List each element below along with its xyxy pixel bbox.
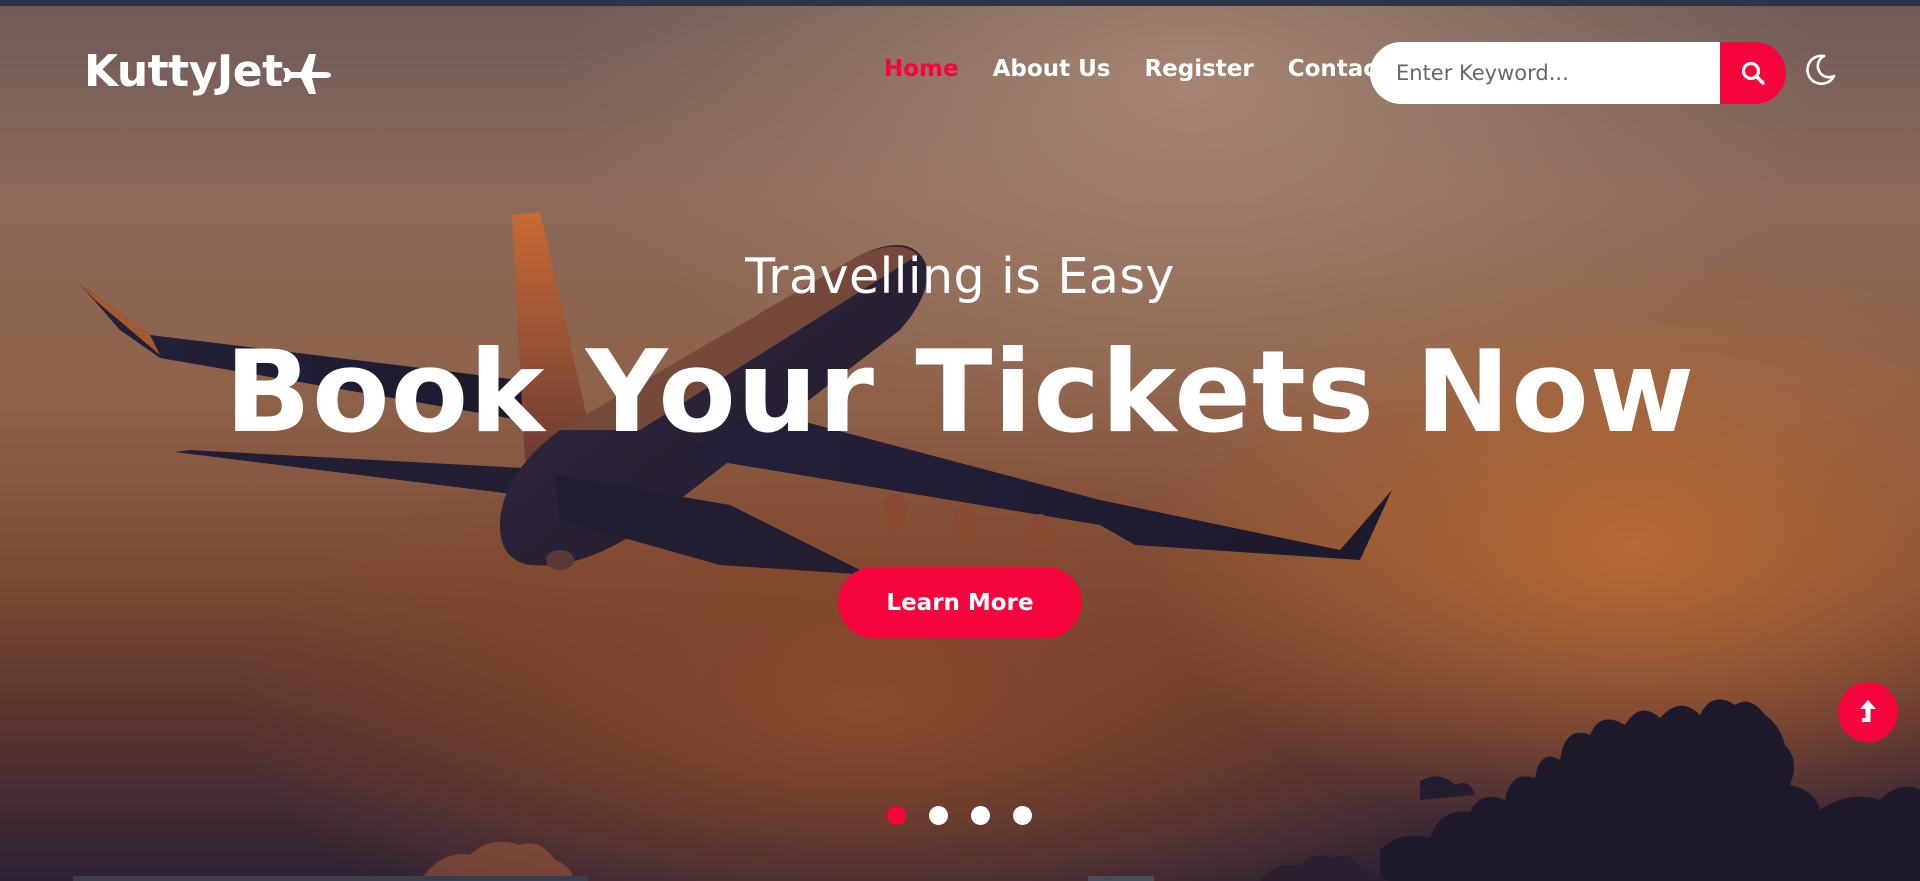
brand-name: KuttyJet [84,46,283,97]
nav-item-home[interactable]: Home [884,56,959,82]
learn-more-button[interactable]: Learn More [838,567,1082,638]
nav-item-register[interactable]: Register [1144,56,1253,82]
brand-logo[interactable]: KuttyJet [84,46,333,97]
carousel-indicators [887,806,1055,825]
nav-menu: Home About Us Register Contact [884,56,1422,82]
search-button[interactable] [1720,42,1786,104]
search-icon [1741,61,1765,85]
search-bar [1370,42,1786,104]
nav-item-about-us[interactable]: About Us [993,56,1111,82]
bottom-strip [73,876,588,881]
hero-section: KuttyJet Home About Us Register Contact [0,0,1920,881]
bottom-strip-2 [1088,876,1154,881]
arrow-up-icon [1860,700,1876,722]
scroll-top-button[interactable] [1838,682,1898,742]
carousel-dot-4[interactable] [1013,806,1032,825]
hero-headline: Book Your Tickets Now [224,326,1696,458]
navbar: KuttyJet Home About Us Register Contact [0,0,1920,150]
hero-subtitle: Travelling is Easy [745,248,1175,305]
carousel-dot-1[interactable] [887,806,906,825]
carousel-dot-3[interactable] [971,806,990,825]
moon-icon[interactable] [1802,52,1838,88]
carousel-dot-2[interactable] [929,806,948,825]
search-input[interactable] [1370,42,1720,104]
airplane-icon [282,53,331,94]
